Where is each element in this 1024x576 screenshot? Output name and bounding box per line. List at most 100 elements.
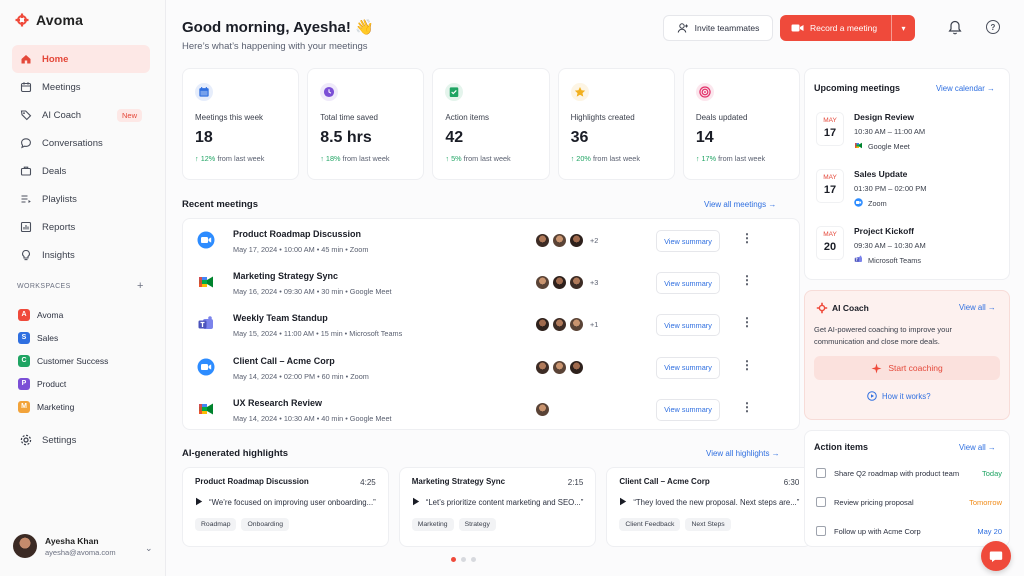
meeting-date: May 15, 2024: [233, 329, 278, 339]
view-summary-button[interactable]: View summary: [656, 356, 720, 379]
action-item[interactable]: Follow up with Acme Corp May 20: [816, 523, 1002, 539]
tag[interactable]: Roadmap: [195, 518, 237, 531]
workspace-sales[interactable]: S Sales: [18, 326, 108, 349]
add-workspace-button[interactable]: +: [137, 280, 143, 292]
workspace-customer-success[interactable]: C Customer Success: [18, 349, 108, 372]
bell-icon[interactable]: [948, 20, 962, 35]
stat-card-action-items[interactable]: Action items 42 ↑ 5% from last week: [432, 68, 550, 180]
gear-icon: [20, 434, 32, 446]
meeting-title[interactable]: Marketing Strategy Sync: [233, 271, 338, 281]
meeting-title[interactable]: Client Call – Acme Corp: [233, 356, 335, 366]
coach-view-all-link[interactable]: View all →: [959, 303, 996, 312]
highlight-quote: “They loved the new proposal. Next steps…: [633, 498, 800, 507]
highlight-card[interactable]: Client Call – Acme Corp 6:30 “They loved t…: [606, 467, 813, 547]
play-circle-icon: [867, 391, 877, 401]
delta-up: ↑ 5%: [445, 154, 461, 163]
carousel-dot[interactable]: [451, 557, 456, 562]
record-meeting-button[interactable]: Record a meeting ▾: [780, 15, 915, 41]
action-item[interactable]: Review pricing proposal Tomorrow: [816, 494, 1002, 510]
action-item-checkbox[interactable]: [816, 497, 826, 507]
avatar: [552, 359, 567, 375]
table-row[interactable]: Weekly Team Standup May 15, 2024 • 11:00 …: [183, 304, 799, 346]
play-icon[interactable]: [619, 497, 627, 508]
chat-support-button[interactable]: [981, 541, 1011, 571]
page-subtitle: Here’s what’s happening with your meetin…: [182, 41, 368, 52]
table-row[interactable]: Marketing Strategy Sync May 16, 2024 • 09…: [183, 262, 799, 304]
highlight-card[interactable]: Marketing Strategy Sync 2:15 “Let’s priori…: [398, 467, 597, 547]
tag[interactable]: Strategy: [458, 518, 496, 531]
workspace-avoma[interactable]: A Avoma: [18, 303, 108, 326]
user-profile[interactable]: Ayesha Khan ayesha@avoma.com: [13, 534, 116, 558]
highlight-quote-row: “We’re focused on improving user onboard…: [195, 497, 376, 508]
stat-card-highlights-created[interactable]: Highlights created 36 ↑ 20% from last week: [557, 68, 675, 180]
table-row[interactable]: UX Research Review May 14, 2024 • 10:30 A…: [183, 389, 799, 431]
meeting-title[interactable]: Product Roadmap Discussion: [233, 229, 361, 239]
help-icon[interactable]: ?: [986, 20, 1000, 34]
play-icon[interactable]: [412, 497, 420, 508]
chevron-down-icon[interactable]: ⌄: [145, 543, 153, 554]
meet-icon: [854, 141, 863, 152]
brand[interactable]: Avoma: [14, 12, 83, 28]
more-options-icon[interactable]: ⋮: [741, 232, 753, 244]
sidebar-item-deals[interactable]: Deals: [12, 157, 150, 185]
upcoming-meeting-item[interactable]: MAY 17 Sales Update 01:30 PM – 02:00 PM Zoom: [814, 169, 1004, 221]
sidebar-item-reports[interactable]: Reports: [12, 213, 150, 241]
workspace-product[interactable]: P Product: [18, 372, 108, 395]
view-calendar-link[interactable]: View calendar →: [936, 84, 995, 93]
action-item-due: Tomorrow: [969, 497, 1002, 507]
how-it-works-link[interactable]: How it works?: [867, 391, 931, 401]
sidebar-item-ai-coach[interactable]: AI Coach New: [12, 101, 150, 129]
highlight-card[interactable]: Product Roadmap Discussion 4:25 “We’re foc…: [182, 467, 389, 547]
highlight-timestamp: 4:25: [360, 478, 376, 487]
stat-card-deals-updated[interactable]: Deals updated 14 ↑ 17% from last week: [682, 68, 801, 180]
avatar: [535, 401, 550, 417]
view-summary-button[interactable]: View summary: [656, 230, 720, 252]
sidebar-item-playlists[interactable]: Playlists: [12, 185, 150, 213]
tag[interactable]: Next Steps: [685, 518, 731, 531]
tag-icon: [20, 109, 32, 121]
sidebar-item-conversations[interactable]: Conversations: [12, 129, 150, 157]
more-options-icon[interactable]: ⋮: [741, 274, 753, 286]
record-dropdown-button[interactable]: ▾: [891, 15, 915, 41]
meeting-title[interactable]: Weekly Team Standup: [233, 313, 328, 323]
view-summary-button[interactable]: View summary: [656, 314, 720, 337]
tag[interactable]: Marketing: [411, 518, 454, 531]
calendar-icon: [20, 81, 32, 93]
delta-text: from last week: [342, 154, 390, 163]
action-items-view-all-link[interactable]: View all →: [959, 443, 996, 452]
sidebar-item-insights[interactable]: Insights: [12, 241, 150, 269]
carousel-dot[interactable]: [461, 557, 466, 562]
sidebar-item-home[interactable]: Home: [12, 45, 150, 73]
settings-link[interactable]: Settings: [20, 434, 76, 446]
upcoming-meeting-item[interactable]: MAY 20 Project Kickoff 09:30 AM – 10:30 AM M…: [814, 226, 1004, 278]
meeting-meta: May 14, 2024 • 10:30 AM • 40 min • Googl…: [233, 413, 392, 423]
action-item-checkbox[interactable]: [816, 468, 826, 478]
more-options-icon[interactable]: ⋮: [741, 359, 753, 371]
stat-card-total-time-saved[interactable]: Total time saved 8.5 hrs ↑ 18% from last w…: [307, 68, 425, 180]
view-summary-button[interactable]: View summary: [656, 398, 720, 421]
workspace-badge: A: [18, 308, 30, 321]
sidebar-item-meetings[interactable]: Meetings: [12, 73, 150, 101]
action-item[interactable]: Share Q2 roadmap with product team Today: [816, 465, 1002, 481]
view-summary-button[interactable]: View summary: [656, 272, 720, 295]
view-all-highlights-link[interactable]: View all highlights →: [706, 449, 780, 458]
meeting-title[interactable]: UX Research Review: [233, 398, 322, 408]
tag[interactable]: Client Feedback: [619, 518, 681, 531]
more-attendees-count: +3: [590, 278, 599, 288]
upcoming-meeting-item[interactable]: MAY 17 Design Review 10:30 AM – 11:00 AM Goo…: [814, 112, 1004, 164]
more-options-icon[interactable]: ⋮: [741, 401, 753, 413]
start-coaching-button[interactable]: Start coaching: [814, 356, 1000, 380]
view-all-meetings-link[interactable]: View all meetings →: [704, 200, 776, 209]
tag[interactable]: Onboarding: [241, 518, 290, 531]
action-item-checkbox[interactable]: [816, 526, 826, 536]
table-row[interactable]: Client Call – Acme Corp May 14, 2024 • 02…: [183, 347, 799, 389]
more-options-icon[interactable]: ⋮: [741, 316, 753, 328]
invite-teammates-button[interactable]: Invite teammates: [663, 15, 773, 41]
carousel-dot[interactable]: [471, 557, 476, 562]
table-row[interactable]: Product Roadmap Discussion May 17, 2024 •…: [183, 220, 799, 262]
workspace-marketing[interactable]: M Marketing: [18, 395, 108, 418]
record-main[interactable]: Record a meeting: [780, 23, 891, 33]
play-icon[interactable]: [195, 497, 203, 508]
main-nav: Home Meetings AI Coach New Conversations Deal…: [12, 45, 150, 269]
stat-card-meetings-this-week[interactable]: Meetings this week 18 ↑ 12% from last week: [182, 68, 300, 180]
